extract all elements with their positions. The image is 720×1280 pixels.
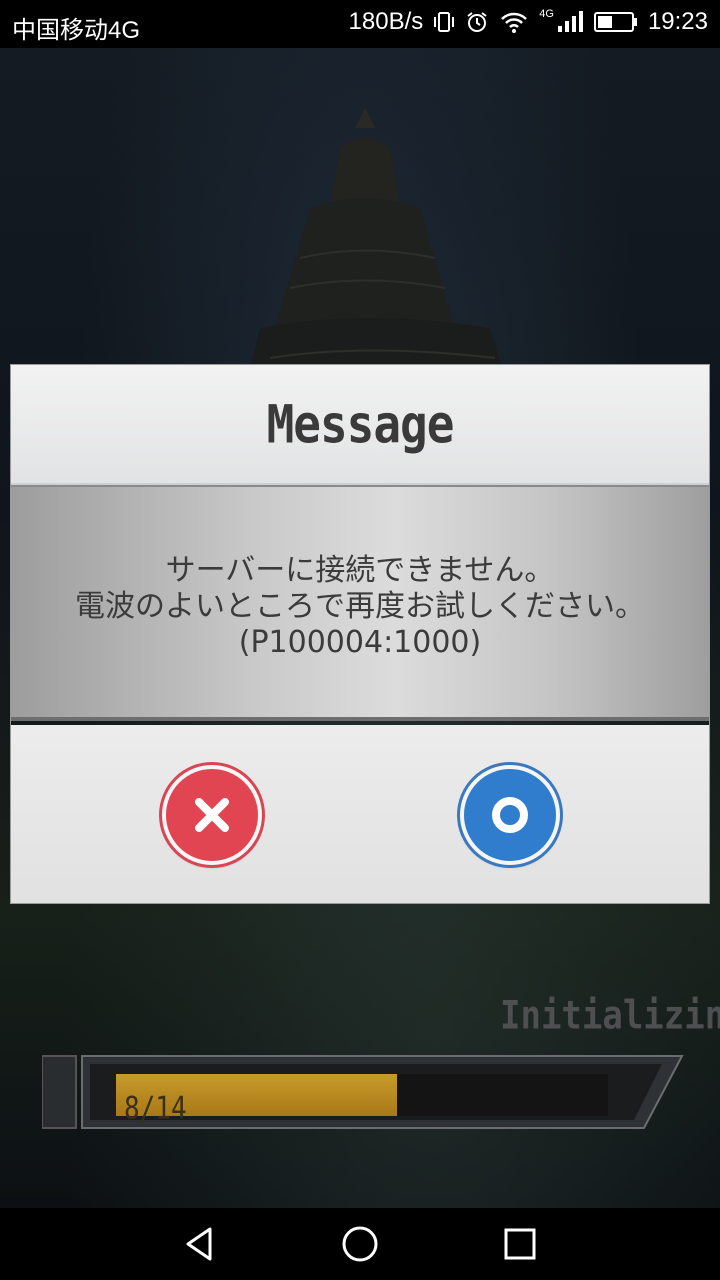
back-button[interactable] [180, 1224, 220, 1264]
clock: 19:23 [647, 8, 708, 35]
dialog-footer [11, 725, 709, 903]
cancel-button[interactable] [162, 765, 262, 865]
carrier-label: 中国移动4G [12, 17, 141, 44]
circle-icon [492, 797, 528, 833]
dialog-body: サーバーに接続できません。 電波のよいところで再度お試しください。 (P1000… [11, 485, 709, 721]
ok-button[interactable] [460, 765, 560, 865]
initializing-label: Initializing [500, 993, 720, 1039]
status-bar: 中国移动4G 180B/s 4G 19:23 [0, 0, 720, 48]
network-type-label: 4G [539, 8, 554, 20]
wifi-icon [499, 10, 529, 34]
dialog-title: Message [266, 392, 455, 456]
recents-button[interactable] [500, 1224, 540, 1264]
dialog-header: Message [11, 365, 709, 485]
status-icons: 180B/s 4G 19:23 [349, 8, 708, 36]
progress-bar [116, 1074, 608, 1116]
back-triangle-icon [186, 1227, 212, 1261]
navigation-bar [0, 1208, 720, 1280]
vibrate-icon [433, 10, 455, 34]
message-line-2: 電波のよいところで再度お試しください。 [75, 589, 645, 624]
recents-square-icon [504, 1228, 536, 1260]
home-button[interactable] [340, 1224, 380, 1264]
message-error-code: (P100004:1000) [238, 625, 482, 660]
alarm-icon [465, 10, 489, 34]
signal-icon [556, 10, 584, 34]
network-speed: 180B/s [348, 8, 424, 35]
message-line-1: サーバーに接続できません。 [165, 553, 555, 588]
dialog-message: サーバーに接続できません。 電波のよいところで再度お試しください。 (P1000… [11, 553, 709, 661]
close-icon [195, 798, 229, 832]
tower-illustration [240, 108, 515, 408]
battery-icon [593, 10, 638, 34]
message-dialog: Message サーバーに接続できません。 電波のよいところで再度お試しください… [10, 364, 710, 904]
home-circle-icon [342, 1226, 378, 1262]
progress-count: 8/14 [124, 1091, 187, 1127]
